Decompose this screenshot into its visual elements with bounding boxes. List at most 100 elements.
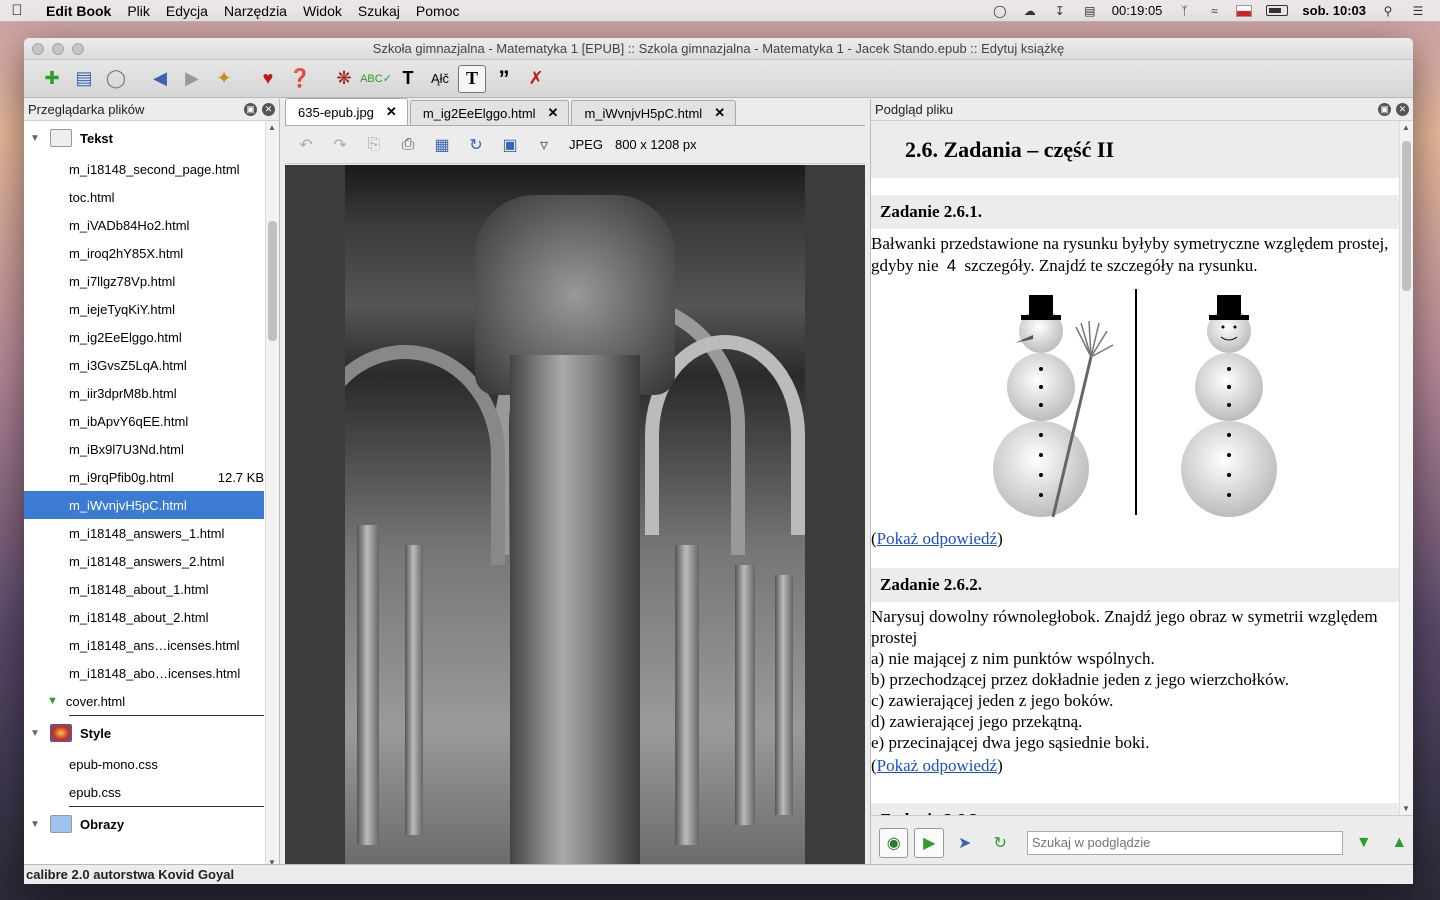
donate-heart-icon[interactable]: ♥ (254, 65, 282, 93)
find-next-icon[interactable]: ▼ (1349, 828, 1378, 858)
spotlight-search-icon[interactable]: ⚲ (1380, 4, 1396, 18)
collapse-triangle-icon[interactable]: ▼ (30, 728, 42, 739)
show-answer-link[interactable]: Pokaż odpowiedź (877, 529, 997, 548)
collapse-triangle-icon[interactable]: ▼ (30, 133, 42, 144)
close-tab-icon[interactable]: ✕ (386, 104, 397, 120)
file-item[interactable]: m_i18148_ans…icenses.html (24, 631, 264, 659)
menu-tools[interactable]: Narzędzia (216, 3, 295, 19)
float-panel-icon[interactable]: ▣ (244, 103, 257, 116)
apple-icon[interactable]:  (0, 2, 34, 19)
checkpoint-icon[interactable]: ◯ (102, 65, 130, 93)
split-icon[interactable]: ➤ (950, 828, 979, 858)
menubar-clock[interactable]: sob. 10:03 (1302, 3, 1366, 18)
smart-quotes-icon[interactable]: ” (490, 65, 518, 93)
menu-view[interactable]: Widok (295, 3, 350, 19)
file-name: m_i9rqPfib0g.html (69, 469, 174, 485)
special-characters-icon[interactable]: Ąłč (426, 65, 454, 93)
bluetooth-icon[interactable]: ᛉ (1176, 4, 1192, 18)
auto-reload-icon[interactable]: ◉ (879, 827, 909, 858)
file-item[interactable]: m_i18148_abo…icenses.html (24, 659, 264, 687)
file-item[interactable]: m_i9rqPfib0g.html 12.7 KB (24, 463, 264, 491)
minimize-window-button[interactable] (52, 43, 64, 55)
menu-edit[interactable]: Edycja (158, 3, 216, 19)
timer-icon[interactable]: ▤ (1082, 4, 1098, 18)
file-item[interactable]: m_iWvnjvH5pC.html (24, 491, 264, 519)
file-item[interactable]: m_i18148_answers_1.html (24, 519, 264, 547)
file-item[interactable]: epub.css (24, 778, 264, 806)
spellcheck-icon[interactable]: ABC✓ (360, 65, 392, 93)
find-previous-icon[interactable]: ▲ (1385, 828, 1413, 858)
close-panel-icon[interactable]: ✕ (1396, 103, 1409, 116)
show-answer-link[interactable]: Pokaż odpowiedź (877, 756, 997, 775)
input-language-flag-icon[interactable] (1236, 4, 1253, 17)
tab-html-2[interactable]: m_iWvnjvH5pC.html ✕ (571, 100, 737, 125)
tab-label: m_iWvnjvH5pC.html (584, 105, 703, 121)
menu-search[interactable]: Szukaj (350, 3, 408, 19)
group-label: Style (80, 725, 112, 741)
file-item[interactable]: m_i18148_about_2.html (24, 603, 264, 631)
sync-icon[interactable]: ◯ (992, 4, 1008, 18)
file-item[interactable]: m_iir3dprM8b.html (24, 379, 264, 407)
tab-html-1[interactable]: m_ig2EeElggo.html ✕ (409, 100, 570, 125)
rotate-icon[interactable]: ↻ (463, 132, 489, 158)
download-icon[interactable]: ↧ (1052, 4, 1068, 18)
save-icon[interactable]: ▤ (70, 65, 98, 93)
file-item[interactable]: m_i18148_answers_2.html (24, 547, 264, 575)
wand-icon[interactable]: ✦ (210, 65, 238, 93)
copy-icon[interactable]: ⎘ (361, 132, 387, 158)
image-canvas[interactable] (285, 165, 865, 869)
new-file-icon[interactable]: ✚ (38, 65, 66, 93)
close-tab-icon[interactable]: ✕ (714, 105, 725, 121)
typography-icon[interactable]: T (458, 64, 486, 93)
close-panel-icon[interactable]: ✕ (262, 103, 275, 116)
trim-image-icon[interactable]: ▣ (497, 132, 523, 158)
wifi-icon[interactable]: ≈ (1206, 4, 1222, 18)
file-item[interactable]: ▼ cover.html (24, 687, 264, 715)
close-tab-icon[interactable]: ✕ (548, 105, 559, 121)
play-icon[interactable]: ▶ (914, 827, 944, 858)
group-style[interactable]: ▼ Style (24, 716, 264, 750)
preview-search-input[interactable] (1026, 830, 1344, 855)
file-item[interactable]: epub-mono.css (24, 750, 264, 778)
preview-scrollbar[interactable]: ▲ ▼ (1399, 121, 1413, 815)
back-arrow-icon[interactable]: ◀ (146, 65, 174, 93)
file-item[interactable]: m_iroq2hY85X.html (24, 239, 264, 267)
battery-icon[interactable] (1266, 5, 1289, 16)
redo-icon[interactable]: ↷ (327, 132, 353, 158)
app-menu[interactable]: Edit Book (34, 3, 119, 19)
float-panel-icon[interactable]: ▣ (1378, 103, 1391, 116)
file-item[interactable]: m_iVADb84Ho2.html (24, 211, 264, 239)
file-item[interactable]: m_i3GvsZ5LqA.html (24, 351, 264, 379)
file-item[interactable]: m_ibApvY6qEE.html (24, 407, 264, 435)
tab-image[interactable]: 635-epub.jpg ✕ (285, 98, 408, 125)
help-icon[interactable]: ❓ (286, 65, 314, 93)
refresh-icon[interactable]: ↻ (985, 828, 1014, 858)
forward-arrow-icon[interactable]: ▶ (178, 65, 206, 93)
file-item[interactable]: m_i18148_second_page.html (24, 155, 264, 183)
file-browser-scrollbar[interactable]: ▲ ▼ (265, 121, 279, 869)
file-item[interactable]: m_i18148_about_1.html (24, 575, 264, 603)
undo-icon[interactable]: ↶ (293, 132, 319, 158)
menu-file[interactable]: Plik (119, 3, 158, 19)
resize-image-icon[interactable]: ▦ (429, 132, 455, 158)
file-item[interactable]: m_i7llgz78Vp.html (24, 267, 264, 295)
file-item[interactable]: toc.html (24, 183, 264, 211)
cloud-icon[interactable]: ☁ (1022, 4, 1038, 18)
remove-unused-css-icon[interactable]: ✗ (522, 65, 550, 93)
group-images[interactable]: ▼ Obrazy (24, 807, 264, 841)
file-item[interactable]: m_ig2EeElggo.html (24, 323, 264, 351)
zoom-window-button[interactable] (72, 43, 84, 55)
check-book-bug-icon[interactable]: ❋ (330, 65, 358, 93)
filter-icon[interactable]: ▿ (531, 132, 557, 158)
notification-center-icon[interactable]: ☰ (1410, 4, 1426, 18)
collapse-triangle-icon[interactable]: ▼ (30, 819, 42, 830)
file-item[interactable]: m_iejeTyqKiY.html (24, 295, 264, 323)
timer-readout[interactable]: 00:19:05 (1112, 3, 1163, 18)
preview-content[interactable]: 2.6. Zadania – część II Zadanie 2.6.1. B… (871, 121, 1400, 815)
menu-help[interactable]: Pomoc (408, 3, 468, 19)
close-window-button[interactable] (32, 43, 44, 55)
file-item[interactable]: m_iBx9l7U3Nd.html (24, 435, 264, 463)
paste-icon[interactable]: ⎙ (395, 132, 421, 158)
group-text[interactable]: ▼ Tekst (24, 121, 264, 155)
fonts-icon[interactable]: T (394, 65, 422, 93)
